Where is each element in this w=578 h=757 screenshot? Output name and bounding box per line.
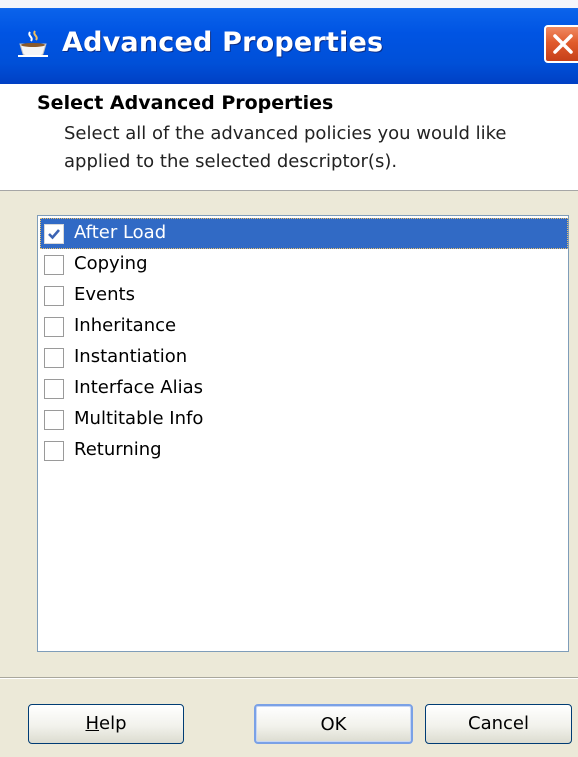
policy-label: After Load: [74, 222, 167, 243]
policy-checkbox[interactable]: [44, 317, 64, 337]
policy-item[interactable]: Copying: [40, 249, 568, 280]
policy-item[interactable]: Inheritance: [40, 311, 568, 342]
policy-label: Instantiation: [74, 346, 188, 367]
cancel-button[interactable]: Cancel: [425, 704, 572, 744]
close-button[interactable]: [544, 25, 578, 63]
policy-item[interactable]: Interface Alias: [40, 373, 568, 404]
title-bar[interactable]: Advanced Properties: [0, 0, 578, 84]
policy-checkbox[interactable]: [44, 286, 64, 306]
header-description: Select all of the advanced policies you …: [64, 123, 507, 172]
policy-item[interactable]: Returning: [40, 435, 568, 466]
cancel-button-label: Cancel: [468, 713, 529, 734]
ok-button[interactable]: OK: [254, 704, 413, 744]
policy-checkbox[interactable]: [44, 348, 64, 368]
help-mnemonic: H: [85, 713, 100, 734]
policy-label: Returning: [74, 439, 162, 460]
ok-button-label: OK: [320, 714, 347, 735]
coffee-cup-icon: [18, 30, 48, 57]
footer-separator-highlight: [0, 678, 578, 679]
help-button[interactable]: Help: [28, 704, 184, 744]
close-icon: [553, 34, 573, 54]
header-title: Select Advanced Properties: [37, 92, 334, 114]
policy-label: Copying: [74, 253, 148, 274]
policy-label: Inheritance: [74, 315, 177, 336]
policy-item[interactable]: After Load: [40, 218, 568, 249]
policy-checkbox[interactable]: [44, 379, 64, 399]
help-label-rest: elp: [99, 713, 127, 734]
title-bar-top-strip: [0, 0, 578, 8]
policy-item[interactable]: Events: [40, 280, 568, 311]
policy-checkbox[interactable]: [44, 224, 64, 244]
help-button-label: Help: [85, 705, 126, 743]
policy-checkbox[interactable]: [44, 410, 64, 430]
policy-label: Multitable Info: [74, 408, 204, 429]
policy-label: Events: [74, 284, 135, 305]
policy-item[interactable]: Multitable Info: [40, 404, 568, 435]
advanced-properties-dialog: Advanced Properties Select Advanced Prop…: [0, 0, 578, 757]
policy-label: Interface Alias: [74, 377, 204, 398]
policy-item[interactable]: Instantiation: [40, 342, 568, 373]
checkmark-icon: [48, 229, 60, 240]
window-title: Advanced Properties: [62, 27, 384, 58]
policy-checkbox[interactable]: [44, 441, 64, 461]
policy-checkbox[interactable]: [44, 255, 64, 275]
